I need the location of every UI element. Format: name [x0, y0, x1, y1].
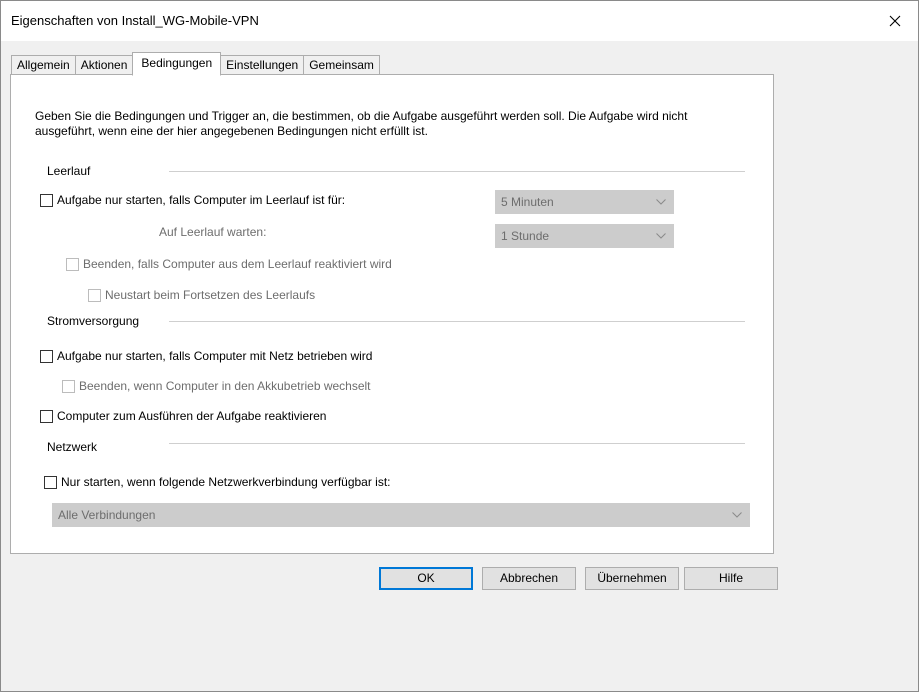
wake-computer-checkbox-row[interactable]: Computer zum Ausführen der Aufgabe reakt… [40, 409, 326, 423]
network-label: Nur starten, wenn folgende Netzwerkverbi… [61, 475, 391, 489]
battery-stop-checkbox[interactable] [62, 379, 75, 393]
wake-computer-label: Computer zum Ausführen der Aufgabe reakt… [57, 409, 327, 423]
restart-idle-label: Neustart beim Fortsetzen des Leerlaufs [105, 288, 316, 302]
ac-power-label: Aufgabe nur starten, falls Computer mit … [57, 349, 373, 363]
stop-on-resume-checkbox-row[interactable]: Beenden, falls Computer aus dem Leerlauf… [66, 257, 392, 271]
close-button[interactable] [872, 1, 918, 41]
tab-settings[interactable]: Einstellungen [221, 55, 304, 75]
help-button[interactable]: Hilfe [684, 567, 778, 590]
stop-on-resume-checkbox[interactable] [66, 257, 79, 271]
idle-start-checkbox[interactable] [40, 193, 53, 207]
restart-idle-checkbox-row[interactable]: Neustart beim Fortsetzen des Leerlaufs [88, 288, 315, 302]
title-bar: Eigenschaften von Install_WG-Mobile-VPN [1, 1, 918, 41]
idle-duration-value: 5 Minuten [501, 195, 554, 209]
description-text: Geben Sie die Bedingungen und Trigger an… [35, 109, 688, 138]
battery-stop-label: Beenden, wenn Computer in den Akkubetrie… [79, 379, 371, 393]
battery-stop-checkbox-row[interactable]: Beenden, wenn Computer in den Akkubetrie… [62, 379, 371, 393]
tab-actions[interactable]: Aktionen [74, 55, 133, 75]
network-checkbox[interactable] [44, 475, 57, 489]
stop-on-resume-label: Beenden, falls Computer aus dem Leerlauf… [83, 257, 392, 271]
ok-button[interactable]: OK [379, 567, 473, 590]
network-connection-value: Alle Verbindungen [58, 508, 156, 522]
network-group-divider [169, 443, 745, 444]
tab-shared[interactable]: Gemeinsam [303, 55, 380, 75]
idle-start-checkbox-row[interactable]: Aufgabe nur starten, falls Computer im L… [40, 193, 345, 207]
idle-duration-select[interactable]: 5 Minuten [495, 190, 674, 214]
tab-strip: Allgemein Aktionen Bedingungen Einstellu… [11, 52, 380, 76]
restart-idle-checkbox[interactable] [88, 288, 101, 302]
wait-duration-value: 1 Stunde [501, 229, 550, 243]
apply-button[interactable]: Übernehmen [585, 567, 679, 590]
ac-power-checkbox-row[interactable]: Aufgabe nur starten, falls Computer mit … [40, 349, 372, 363]
network-group-label: Netzwerk [47, 440, 98, 454]
properties-dialog: Eigenschaften von Install_WG-Mobile-VPN … [0, 0, 919, 692]
power-group-label: Stromversorgung [47, 314, 140, 328]
window-title: Eigenschaften von Install_WG-Mobile-VPN [11, 13, 259, 28]
tab-conditions[interactable]: Bedingungen [132, 52, 222, 76]
idle-group-divider [169, 171, 745, 172]
chevron-down-icon [732, 504, 742, 526]
conditions-panel: Geben Sie die Bedingungen und Trigger an… [10, 74, 774, 554]
power-group-divider [169, 321, 745, 322]
chevron-down-icon [656, 191, 666, 213]
network-checkbox-row[interactable]: Nur starten, wenn folgende Netzwerkverbi… [44, 475, 391, 489]
wake-computer-checkbox[interactable] [40, 409, 53, 423]
close-icon [889, 15, 901, 27]
idle-start-label: Aufgabe nur starten, falls Computer im L… [57, 193, 346, 207]
idle-group-label: Leerlauf [47, 164, 91, 178]
chevron-down-icon [656, 225, 666, 247]
network-connection-select[interactable]: Alle Verbindungen [52, 503, 750, 527]
tab-general[interactable]: Allgemein [11, 55, 75, 75]
ac-power-checkbox[interactable] [40, 349, 53, 363]
wait-duration-select[interactable]: 1 Stunde [495, 224, 674, 248]
cancel-button[interactable]: Abbrechen [482, 567, 576, 590]
wait-idle-label: Auf Leerlauf warten: [159, 225, 267, 239]
